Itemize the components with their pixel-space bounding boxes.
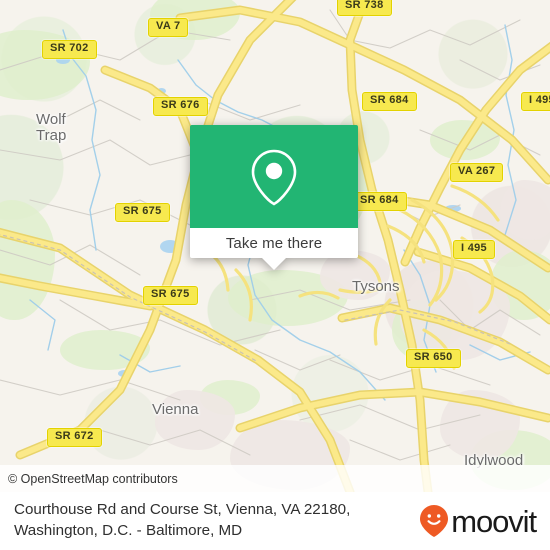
take-me-there-label: Take me there [225, 234, 323, 252]
road-shield: SR 702 [42, 40, 97, 59]
road-shield: SR 675 [115, 203, 170, 222]
address-block: Courthouse Rd and Course St, Vienna, VA … [14, 500, 350, 541]
callout-icon-area [190, 125, 358, 228]
destination-callout-card[interactable]: Take me there [190, 125, 358, 270]
footer-bar: Courthouse Rd and Course St, Vienna, VA … [0, 492, 550, 550]
callout-pointer [262, 258, 286, 270]
map-canvas[interactable]: SR 738 VA 7 SR 702 SR 676 SR 684 I 495 V… [0, 0, 550, 492]
moovit-wordmark: moovit [451, 503, 537, 539]
place-label-tysons: Tysons [352, 278, 400, 295]
road-shield: I 495 [521, 92, 550, 111]
road-shield: SR 684 [352, 192, 407, 211]
moovit-logo[interactable]: moovit [419, 503, 537, 539]
location-pin-icon [251, 149, 297, 205]
road-shield: SR 676 [153, 97, 208, 116]
place-label-wolf-trap: Wolf Trap [36, 111, 67, 144]
moovit-map-screenshot: SR 738 VA 7 SR 702 SR 676 SR 684 I 495 V… [0, 0, 550, 550]
road-shield: SR 650 [406, 349, 461, 368]
road-shield: VA 7 [148, 18, 189, 37]
attribution-text: © OpenStreetMap contributors [8, 471, 178, 486]
road-shield: VA 267 [450, 163, 504, 182]
map-attribution-bar: © OpenStreetMap contributors [0, 465, 550, 492]
place-label-vienna: Vienna [152, 401, 199, 418]
take-me-there-button[interactable]: Take me there [190, 228, 358, 270]
road-shield: SR 675 [143, 286, 198, 305]
road-shield: I 495 [453, 240, 495, 259]
moovit-smiley-pin-icon [420, 505, 449, 537]
address-line-1: Courthouse Rd and Course St, Vienna, VA … [14, 501, 351, 519]
road-shield: SR 738 [337, 0, 392, 16]
road-shield: SR 684 [362, 92, 417, 111]
road-shield: SR 672 [47, 428, 102, 447]
address-line-2: Washington, D.C. - Baltimore, MD [14, 522, 243, 539]
